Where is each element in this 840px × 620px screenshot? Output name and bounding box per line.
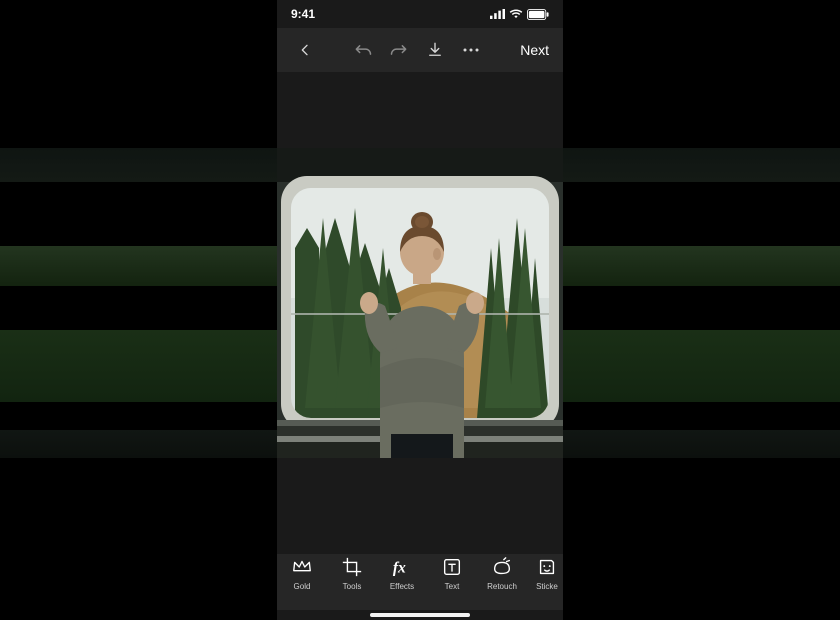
editor-topbar: Next <box>277 28 563 72</box>
retouch-icon <box>491 556 513 578</box>
crop-icon <box>341 556 363 578</box>
undo-button[interactable] <box>345 32 381 68</box>
app-stage: 9:41 <box>0 0 840 620</box>
tool-gold[interactable]: Gold <box>277 556 327 591</box>
tool-label: Sticke <box>536 582 558 591</box>
download-button[interactable] <box>417 32 453 68</box>
status-time: 9:41 <box>291 7 315 21</box>
next-button[interactable]: Next <box>510 42 553 58</box>
text-icon <box>441 556 463 578</box>
tool-effects[interactable]: fx Effects <box>377 556 427 591</box>
signal-icon <box>490 9 505 19</box>
editor-canvas[interactable] <box>277 72 563 554</box>
wifi-icon <box>509 9 523 19</box>
tool-retouch[interactable]: Retouch <box>477 556 527 591</box>
sticker-icon <box>536 556 558 578</box>
crown-icon <box>291 556 313 578</box>
home-indicator[interactable] <box>370 613 470 617</box>
tool-tools[interactable]: Tools <box>327 556 377 591</box>
tool-label: Retouch <box>487 582 517 591</box>
back-button[interactable] <box>287 32 323 68</box>
tool-label: Effects <box>390 582 414 591</box>
redo-button[interactable] <box>381 32 417 68</box>
tool-sticker[interactable]: Sticke <box>527 556 563 591</box>
svg-text:fx: fx <box>393 560 406 577</box>
tool-label: Gold <box>294 582 311 591</box>
toolstrip: Gold Tools fx Effects Text <box>277 554 563 610</box>
photo-preview <box>277 148 563 458</box>
tool-text[interactable]: Text <box>427 556 477 591</box>
fx-icon: fx <box>391 556 413 578</box>
tool-label: Text <box>445 582 460 591</box>
phone-frame: 9:41 <box>277 0 563 620</box>
battery-icon <box>527 9 549 20</box>
tool-label: Tools <box>343 582 362 591</box>
more-button[interactable] <box>453 32 489 68</box>
status-indicators <box>490 9 549 20</box>
status-bar: 9:41 <box>277 0 563 28</box>
